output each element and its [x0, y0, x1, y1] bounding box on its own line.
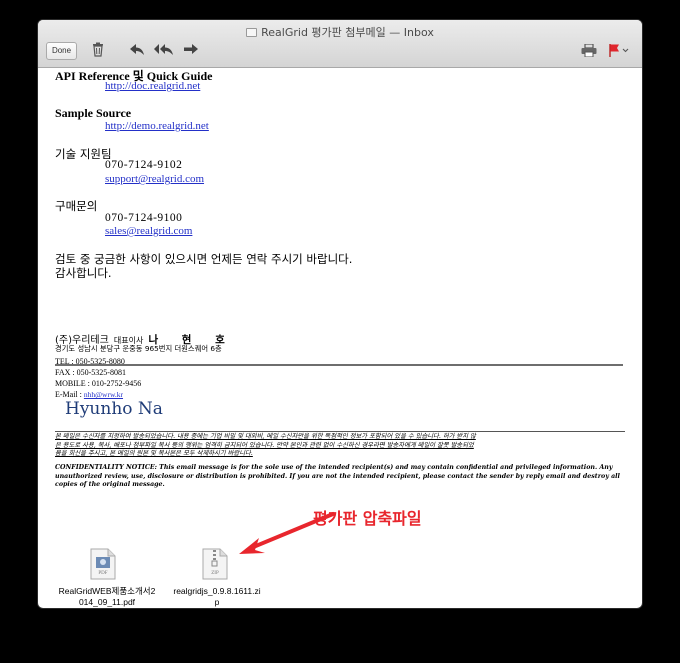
tel-line: TEL : 050-5325-8080	[55, 357, 125, 366]
support-phone: 070-7124-9102	[105, 159, 183, 171]
purchase-email-link[interactable]: sales@realgrid.com	[105, 225, 192, 237]
window-title: RealGrid 평가판 첨부메일 — Inbox	[38, 24, 642, 40]
company-address: 경기도 성남시 분당구 운중동 965번지 더원스퀘어 6층	[55, 344, 222, 353]
email-label: E-Mail :	[55, 390, 84, 399]
attachment-zip-name-line-2: p	[214, 597, 220, 608]
sample-link[interactable]: http://demo.realgrid.net	[105, 120, 209, 132]
attachment-pdf-name-line-2: 014_09_11.pdf	[78, 597, 136, 608]
notice-en: CONFIDENTIALITY NOTICE: This email messa…	[55, 464, 625, 490]
zip-badge: ZIP	[211, 571, 219, 576]
signature-email-link[interactable]: nhh@wrw.kr	[84, 390, 123, 399]
reply-all-icon[interactable]	[154, 44, 174, 62]
purchase-phone: 070-7124-9100	[105, 212, 183, 224]
done-button[interactable]: Done	[46, 42, 77, 60]
annotation-label: 평가판 압축파일	[313, 509, 422, 528]
notice-kr: 본 메일은 수신자를 지정하여 발송되었습니다. 내용 중에는 기업 비밀 및 …	[55, 431, 625, 459]
print-icon[interactable]	[581, 44, 597, 62]
api-link[interactable]: http://doc.realgrid.net	[105, 80, 200, 92]
attachment-zip-name-line-1: realgridjs_0.9.8.1611.zi	[173, 586, 261, 596]
trash-icon[interactable]	[92, 42, 104, 60]
fax-line: FAX : 050-5325-8081	[55, 368, 126, 377]
support-email-link[interactable]: support@realgrid.com	[105, 173, 204, 185]
notice-en-line-1: CONFIDENTIALITY NOTICE: This email messa…	[55, 464, 613, 471]
signature-divider	[55, 364, 623, 366]
attachment-pdf-name-line-1: RealGridWEB제품소개서2	[58, 586, 156, 596]
attachment-pdf[interactable]: PDF RealGridWEB제품소개서2 014_09_11.pdf	[52, 548, 162, 608]
purchase-heading: 구매문의	[55, 199, 98, 213]
mobile-line: MOBILE : 010-2752-9456	[55, 379, 142, 388]
notice-kr-line-1: 본 메일은 수신자를 지정하여 발송되었습니다. 내용 중에는 기업 비밀 및 …	[55, 433, 476, 440]
pdf-file-icon: PDF	[90, 548, 116, 580]
sample-heading: Sample Source	[55, 106, 132, 120]
handwritten-signature: Hyunho Na	[65, 399, 163, 419]
forward-icon[interactable]	[184, 44, 198, 62]
message-body: API Reference 및 Quick Guide http://doc.r…	[38, 68, 642, 608]
closing-line-2: 감사합니다.	[55, 266, 112, 280]
flag-icon[interactable]	[609, 44, 629, 62]
notice-en-line-3: copies of the original message.	[55, 481, 165, 489]
envelope-icon	[246, 28, 258, 37]
reply-icon[interactable]	[130, 44, 144, 62]
notice-kr-line-3: 음을 회신을 주시고, 본 메일의 원본 및 복사본은 모두 삭제하시기 바랍니…	[55, 450, 253, 458]
attachment-pdf-name: RealGridWEB제품소개서2 014_09_11.pdf	[52, 586, 162, 608]
mail-window: RealGrid 평가판 첨부메일 — Inbox Done API Refer…	[38, 20, 642, 608]
window-title-text: RealGrid 평가판 첨부메일 — Inbox	[261, 26, 434, 39]
attachment-zip-name: realgridjs_0.9.8.1611.zi p	[162, 586, 272, 608]
pdf-badge: PDF	[98, 571, 108, 576]
zip-file-icon: ZIP	[202, 548, 228, 580]
notice-en-line-2: unauthorized review, use, disclosure or …	[55, 472, 620, 480]
title-bar: RealGrid 평가판 첨부메일 — Inbox Done	[38, 20, 642, 68]
support-heading: 기술 지원팀	[55, 147, 112, 161]
email-line: E-Mail : nhh@wrw.kr	[55, 390, 123, 399]
